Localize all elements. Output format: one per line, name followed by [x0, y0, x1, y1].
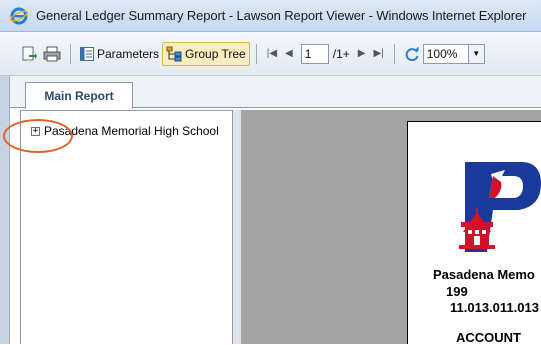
internet-explorer-icon	[10, 7, 28, 24]
zoom-input[interactable]: 100%	[422, 43, 469, 64]
refresh-icon	[405, 46, 419, 61]
print-button[interactable]	[40, 42, 64, 66]
toolbar-separator	[255, 43, 257, 64]
print-icon	[43, 46, 61, 61]
group-tree-button[interactable]: Group Tree	[162, 41, 250, 66]
first-page-icon[interactable]: |◀	[263, 48, 281, 59]
window-title: General Ledger Summary Report - Lawson R…	[36, 8, 527, 23]
page-number-input[interactable]: 1	[300, 43, 329, 64]
group-tree-icon	[166, 46, 182, 61]
toolbar-separator	[70, 43, 71, 64]
last-page-icon[interactable]: ▶|	[369, 48, 387, 59]
tab-main-report[interactable]: Main Report	[25, 82, 133, 109]
group-tree-label: Group Tree	[185, 46, 246, 61]
next-page-icon[interactable]: ▶	[354, 48, 370, 59]
refresh-button[interactable]	[401, 42, 423, 66]
zoom-dropdown-chevron-down-icon[interactable]: ▼	[468, 43, 485, 64]
window-left-frame	[0, 76, 10, 344]
parameters-label: Parameters	[97, 46, 160, 61]
toolbar-separator	[393, 43, 395, 64]
previous-page-icon[interactable]: ◀	[281, 48, 297, 59]
parameters-icon	[80, 46, 94, 61]
export-button[interactable]	[18, 42, 40, 66]
report-org-name: Pasadena Memo	[433, 267, 535, 282]
page-total: /1+	[332, 46, 350, 61]
report-code: 199	[446, 284, 468, 299]
panel-splitter[interactable]	[233, 110, 241, 344]
report-toolbar: Parameters Group Tree |◀ ◀ 1 /1+ ▶ ▶| 10…	[0, 32, 541, 76]
export-icon	[22, 46, 37, 60]
report-tabstrip: Main Report	[10, 76, 541, 109]
report-section-heading: ACCOUNT	[456, 330, 521, 345]
parameters-button[interactable]: Parameters	[77, 42, 162, 66]
annotation-circle	[3, 119, 73, 153]
pasadena-logo	[459, 162, 541, 252]
window-titlebar: General Ledger Summary Report - Lawson R…	[0, 0, 541, 32]
report-account-number: 11.013.011.013	[450, 300, 539, 315]
